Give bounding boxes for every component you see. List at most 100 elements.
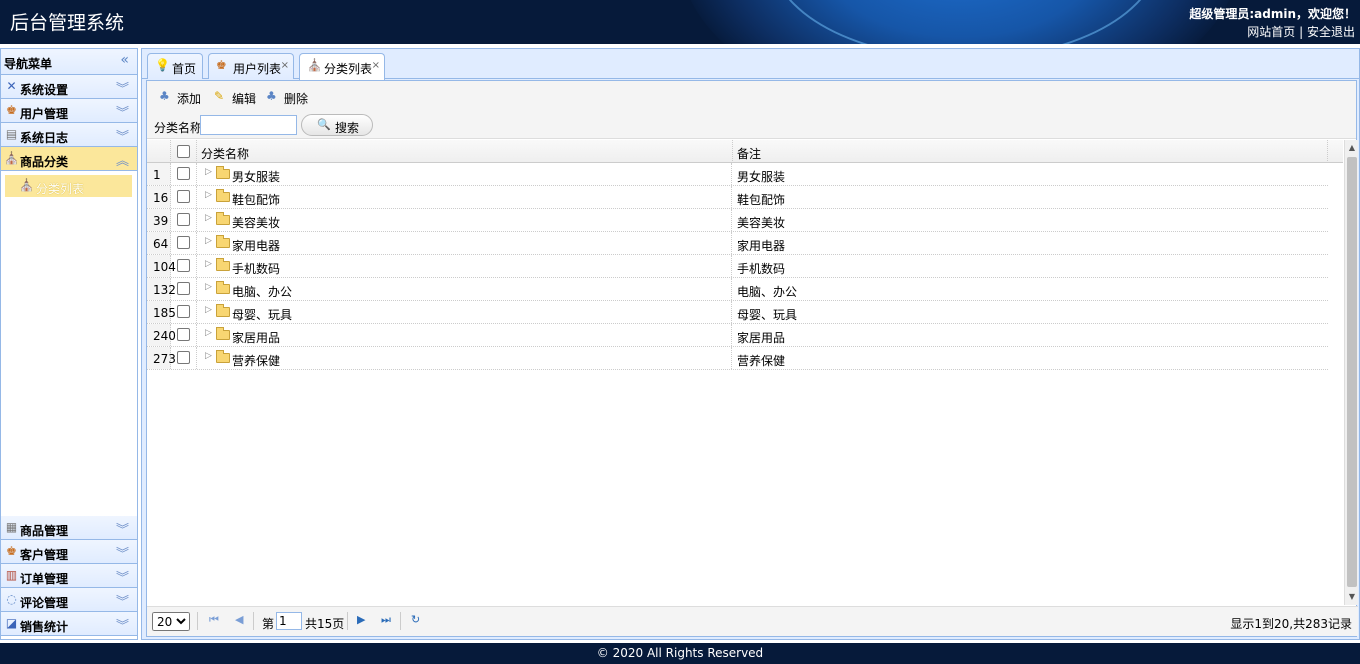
checkbox-cell [171, 301, 197, 323]
row-checkbox[interactable] [177, 213, 190, 226]
row-checkbox[interactable] [177, 328, 190, 341]
scrollbar-thumb[interactable] [1347, 157, 1357, 587]
table-row[interactable]: 39 ▷ 美容美妆 美容美妆 [147, 209, 1328, 232]
sidebar: 导航菜单 « ✕ 系统设置 ︾ ♚ 用户管理 ︾ ▤ 系统日志 ︾ ⛪ 商品分类… [0, 48, 138, 640]
checkbox-cell [171, 232, 197, 254]
sidebar-item-system-settings[interactable]: ✕ 系统设置 ︾ [1, 75, 137, 99]
edit-button-label: 编辑 [232, 92, 257, 106]
table-row[interactable]: 16 ▷ 鞋包配饰 鞋包配饰 [147, 186, 1328, 209]
sidebar-subitem-category-list[interactable]: ⛪ 分类列表 [5, 175, 132, 197]
expand-arrow-icon[interactable]: ▷ [205, 190, 212, 200]
toolbar: ♣ 添加 ✎ 编辑 ♣ 删除 分类名称: 🔍 搜索 [147, 81, 1356, 139]
chevron-down-icon: ︾ [115, 595, 129, 610]
sidebar-item-user-management[interactable]: ♚ 用户管理 ︾ [1, 99, 137, 123]
scroll-up-icon[interactable]: ▲ [1345, 140, 1359, 156]
sidebar-item-sales-stats[interactable]: ◪ 销售统计 ︾ [1, 612, 137, 636]
column-header-label: 备注 [737, 147, 762, 161]
row-checkbox[interactable] [177, 236, 190, 249]
chevron-down-icon: ︾ [115, 523, 129, 538]
collapse-sidebar-icon[interactable]: « [120, 52, 129, 68]
tab-home[interactable]: 💡 首页 [147, 53, 203, 79]
category-note: 营养保健 [737, 354, 786, 368]
close-icon[interactable]: × [281, 60, 289, 71]
row-checkbox[interactable] [177, 282, 190, 295]
sidebar-item-product-management[interactable]: ▦ 商品管理 ︾ [1, 516, 137, 540]
close-icon[interactable]: × [372, 60, 380, 71]
category-note: 鞋包配饰 [737, 193, 786, 207]
sidebar-item-order-management[interactable]: ▥ 订单管理 ︾ [1, 564, 137, 588]
sidebar-item-system-log[interactable]: ▤ 系统日志 ︾ [1, 123, 137, 147]
vertical-scrollbar[interactable]: ▲ ▼ [1344, 140, 1358, 605]
sidebar-item-product-category[interactable]: ⛪ 商品分类 ︽ [1, 147, 137, 171]
next-page-icon[interactable]: ▶ [357, 613, 365, 626]
tab-label: 用户列表 [233, 62, 282, 76]
table-row[interactable]: 185 ▷ 母婴、玩具 母婴、玩具 [147, 301, 1328, 324]
users-icon: ♚ [216, 58, 227, 72]
expand-arrow-icon[interactable]: ▷ [205, 351, 212, 361]
note-cell: 男女服装 [733, 163, 1328, 185]
link-separator: | [1299, 25, 1304, 39]
row-id: 39 [153, 214, 169, 228]
expand-arrow-icon[interactable]: ▷ [205, 305, 212, 315]
column-header-name[interactable]: 分类名称 [197, 140, 733, 163]
row-checkbox[interactable] [177, 190, 190, 203]
row-checkbox[interactable] [177, 351, 190, 364]
expand-arrow-icon[interactable]: ▷ [205, 236, 212, 246]
sidebar-item-customer-management[interactable]: ♚ 客户管理 ︾ [1, 540, 137, 564]
category-name: 电脑、办公 [232, 285, 293, 299]
name-cell: ▷ 美容美妆 [197, 209, 732, 231]
scroll-down-icon[interactable]: ▼ [1345, 589, 1359, 605]
chevron-up-icon: ︽ [115, 154, 129, 169]
page-number-input[interactable] [276, 612, 302, 630]
category-icon: ⛪ [307, 58, 322, 72]
expand-arrow-icon[interactable]: ▷ [205, 213, 212, 223]
edit-button[interactable]: ✎ 编辑 [214, 89, 258, 107]
folder-icon [216, 189, 230, 202]
chevron-down-icon: ︾ [115, 619, 129, 634]
table-row[interactable]: 273 ▷ 营养保健 营养保健 [147, 347, 1328, 370]
category-name-search-input[interactable] [200, 115, 297, 135]
add-button[interactable]: ♣ 添加 [159, 89, 203, 107]
expand-arrow-icon[interactable]: ▷ [205, 282, 212, 292]
tab-user-list[interactable]: ♚ 用户列表 × [208, 53, 294, 79]
table-header: 分类名称 备注 [147, 140, 1343, 163]
expand-arrow-icon[interactable]: ▷ [205, 259, 212, 269]
row-checkbox[interactable] [177, 259, 190, 272]
row-checkbox[interactable] [177, 167, 190, 180]
row-number-cell: 16 [147, 186, 171, 208]
note-cell: 家居用品 [733, 324, 1328, 346]
record-info: 显示1到20,共283记录 [1230, 617, 1352, 631]
delete-button[interactable]: ♣ 删除 [266, 89, 310, 107]
table-row[interactable]: 1 ▷ 男女服装 男女服装 [147, 163, 1328, 186]
logout-link[interactable]: 安全退出 [1307, 25, 1355, 39]
row-number-cell: 132 [147, 278, 176, 300]
table-row[interactable]: 64 ▷ 家用电器 家用电器 [147, 232, 1328, 255]
expand-arrow-icon[interactable]: ▷ [205, 167, 212, 177]
last-page-icon[interactable]: ⏭ [381, 613, 391, 627]
name-cell: ▷ 母婴、玩具 [197, 301, 732, 323]
chevron-down-icon: ︾ [115, 547, 129, 562]
sidebar-item-label: 用户管理 [20, 107, 69, 121]
expand-arrow-icon[interactable]: ▷ [205, 328, 212, 338]
table-row[interactable]: 132 ▷ 电脑、办公 电脑、办公 [147, 278, 1328, 301]
tab-category-list[interactable]: ⛪ 分类列表 × [299, 53, 385, 80]
category-name: 男女服装 [232, 170, 281, 184]
sidebar-item-comment-management[interactable]: ◌ 评论管理 ︾ [1, 588, 137, 612]
column-header-note[interactable]: 备注 [733, 140, 1328, 163]
search-button[interactable]: 🔍 搜索 [301, 114, 373, 136]
page-size-select[interactable]: 20 [152, 612, 190, 631]
table-row[interactable]: 240 ▷ 家居用品 家居用品 [147, 324, 1328, 347]
name-cell: ▷ 男女服装 [197, 163, 732, 185]
select-all-checkbox[interactable] [177, 145, 190, 158]
site-home-link[interactable]: 网站首页 [1247, 25, 1295, 39]
name-cell: ▷ 手机数码 [197, 255, 732, 277]
category-note: 电脑、办公 [737, 285, 798, 299]
prev-page-icon[interactable]: ◀ [235, 613, 243, 626]
first-page-icon[interactable]: ⏮ [209, 613, 219, 627]
column-header-label: 分类名称 [201, 147, 250, 161]
refresh-icon[interactable]: ↻ [411, 613, 420, 626]
search-button-label: 搜索 [335, 121, 360, 135]
stats-icon: ◪ [5, 616, 18, 630]
row-checkbox[interactable] [177, 305, 190, 318]
table-row[interactable]: 104 ▷ 手机数码 手机数码 [147, 255, 1328, 278]
